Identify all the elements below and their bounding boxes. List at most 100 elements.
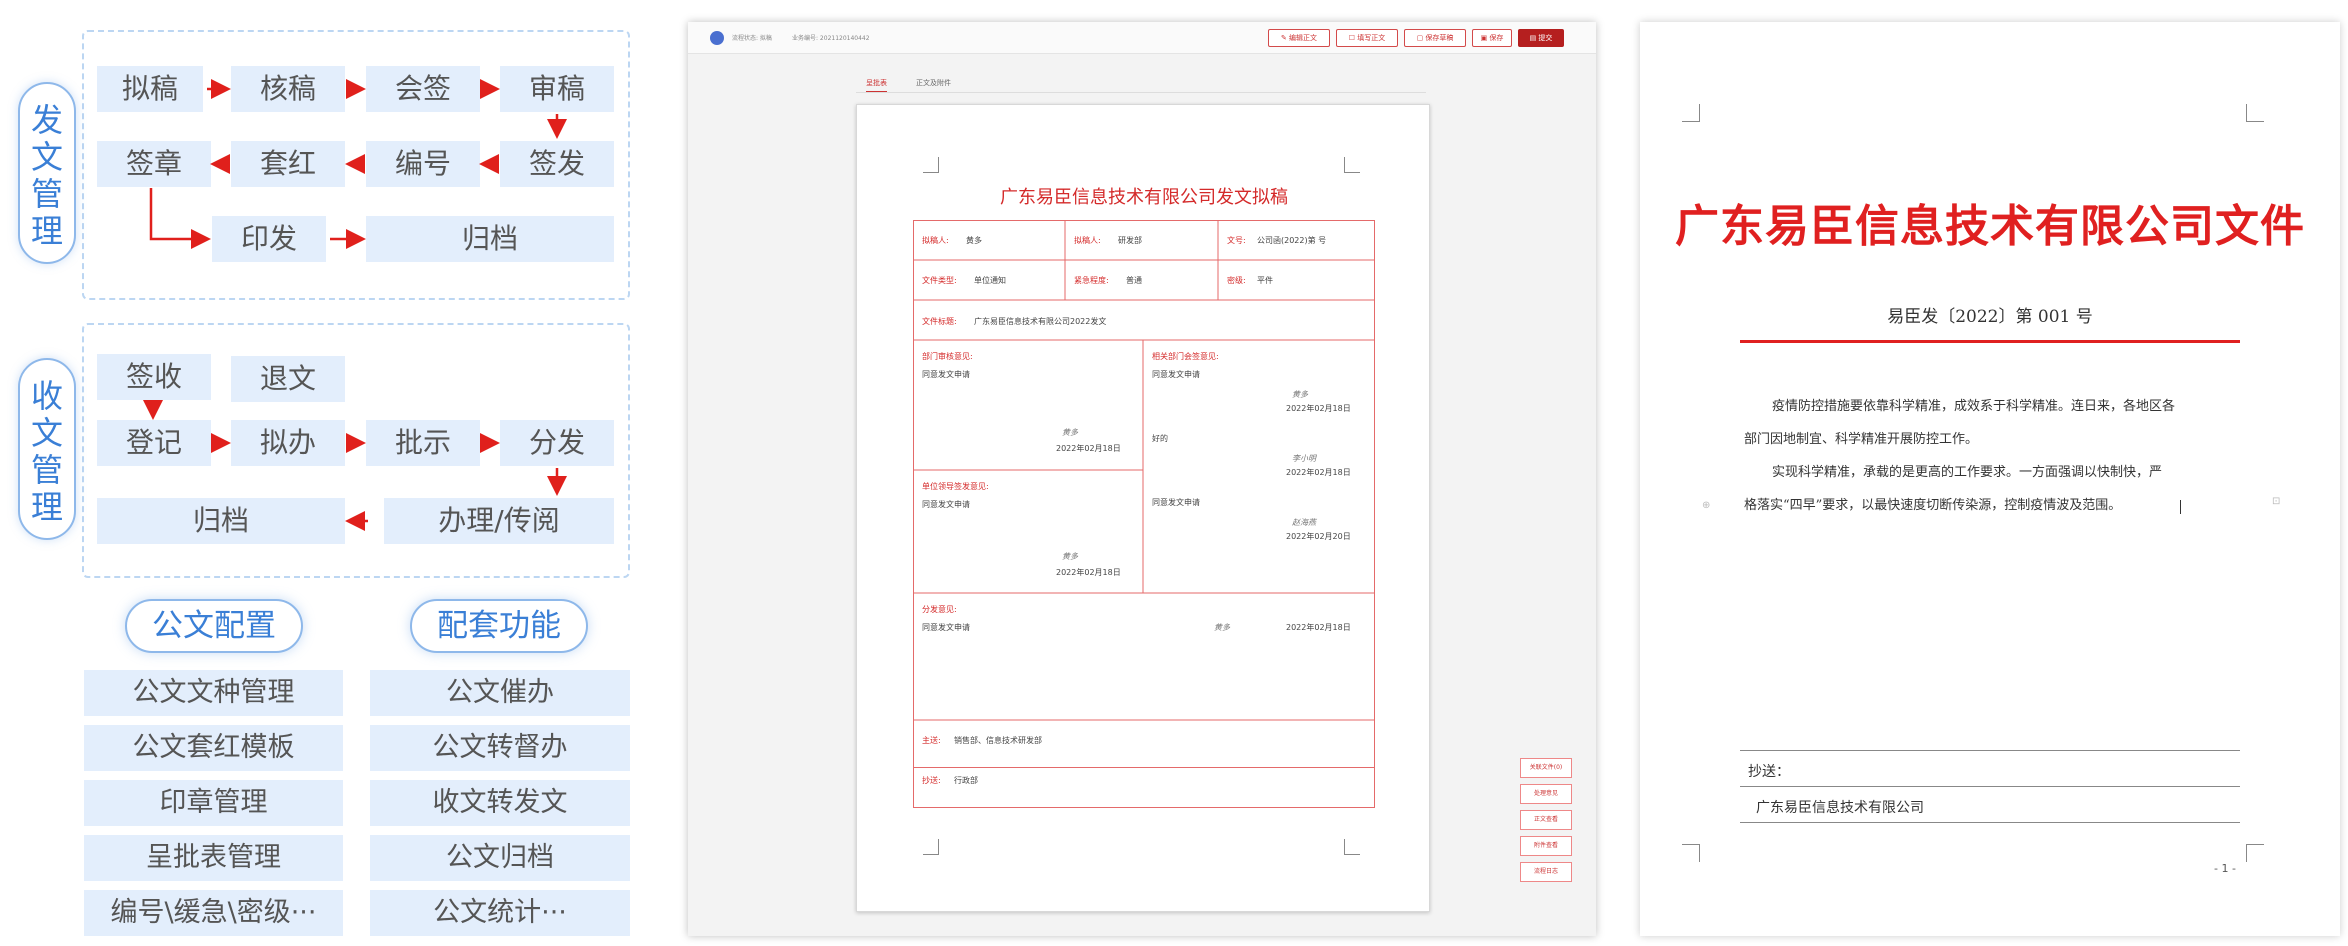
subject-value: 广东易臣信息技术有限公司2022发文 [974, 317, 1107, 326]
tab-attachments[interactable]: 正文及附件 [916, 78, 951, 88]
crop-mark-tl [923, 157, 939, 173]
view-body-button[interactable]: 正文查看 [1520, 810, 1572, 830]
doc-paragraph-2a: 实现科学精准，承载的是更高的工作要求。一方面强调以快制快，严 [1772, 465, 2163, 480]
doc-paragraph-1b: 部门因地制宜、科学精准开展防控工作。 [1744, 432, 1979, 447]
related-files-button[interactable]: 关联文件(0) [1520, 758, 1572, 778]
doc-company: 广东易臣信息技术有限公司 [1756, 800, 1924, 816]
app-logo-icon [710, 31, 724, 45]
header-number: 业务编号: 2021120140442 [792, 35, 870, 42]
fill-icon: ☐ [1348, 34, 1358, 42]
doc-page-number: - 1 - [2214, 862, 2236, 875]
dist-date: 2022年02月18日 [1286, 623, 1351, 632]
config-title: 公文配置 [125, 599, 303, 653]
doc-title: 广东易臣信息技术有限公司文件 [1675, 201, 2305, 252]
cosign-3-date: 2022年02月20日 [1286, 532, 1351, 541]
support-title: 配套功能 [410, 599, 588, 653]
docno-value: 公司函(2022)第 号 [1257, 236, 1327, 245]
doc-cc-bottom-rule [1740, 822, 2240, 823]
drafter-value: 黄多 [966, 236, 982, 245]
config-item-doctype: 公文文种管理 [84, 670, 343, 716]
paragraph-mark-right-icon: ⊡ [2272, 496, 2281, 507]
type-label: 文件类型: [922, 276, 957, 285]
doc-cc-top-rule [1740, 750, 2240, 751]
crop-mark-br [1344, 839, 1360, 855]
app-window: 流程状态: 拟稿 业务编号: 2021120140442 ✎ 编辑正文 ☐ 填写… [688, 22, 1596, 936]
doc-crop-tr [2246, 104, 2264, 122]
dist-signature: 黄多 [1214, 623, 1230, 632]
dist-opinion-value: 同意发文申请 [922, 623, 970, 632]
cosign-2-value: 好的 [1152, 434, 1168, 443]
main-send-label: 主送: [922, 736, 941, 745]
form-grid-lines [913, 220, 1375, 768]
doc-paragraph-1a: 疫情防控措施要依靠科学精准，成效系于科学精准。连日来，各地区各 [1772, 399, 2176, 414]
paragraph-mark-left-icon: ⊕ [1702, 500, 1711, 511]
support-item-forward: 收文转发文 [370, 780, 630, 826]
opinions-button[interactable]: 处理意见 [1520, 784, 1572, 804]
dept-label: 拟稿人: [1074, 236, 1101, 245]
dept-value: 研发部 [1118, 236, 1142, 245]
cosign-3-signature: 赵海燕 [1292, 518, 1316, 527]
config-item-number: 编号\缓急\密级··· [84, 890, 343, 936]
fill-body-button[interactable]: ☐ 填写正文 [1336, 29, 1398, 47]
cosign-1-signature: 黄多 [1292, 390, 1308, 399]
cosign-2-signature: 李小明 [1292, 454, 1316, 463]
dist-label: 分发意见: [922, 605, 957, 614]
leader-date: 2022年02月18日 [1056, 568, 1121, 577]
tab-divider [856, 92, 1426, 93]
save-button[interactable]: ▣ 保存 [1472, 29, 1512, 47]
doc-number: 易臣发〔2022〕第 001 号 [1887, 307, 2093, 327]
submit-button[interactable]: ▤ 提交 [1518, 29, 1564, 47]
leader-opinion-value: 同意发文申请 [922, 500, 970, 509]
doc-crop-bl [1682, 844, 1700, 862]
header-status: 流程状态: 拟稿 [732, 35, 772, 42]
edit-icon: ✎ [1280, 34, 1290, 42]
doc-paragraph-2b: 格落实“四早”要求，以最快速度切断传染源，控制疫情波及范围。 [1744, 498, 2122, 513]
doc-crop-tl [1682, 104, 1700, 122]
doc-red-rule [1740, 340, 2240, 343]
type-value: 单位通知 [974, 276, 1006, 285]
secret-value: 平件 [1257, 276, 1273, 285]
cosign-3-value: 同意发文申请 [1152, 498, 1200, 507]
flow-arrows [143, 79, 567, 531]
edit-body-button[interactable]: ✎ 编辑正文 [1268, 29, 1330, 47]
dept-date: 2022年02月18日 [1056, 444, 1121, 453]
flow-log-button[interactable]: 流程日志 [1520, 862, 1572, 882]
cosign-2-date: 2022年02月18日 [1286, 468, 1351, 477]
crop-mark-bl [923, 839, 939, 855]
main-send-value: 销售部、信息技术研发部 [954, 736, 1042, 745]
config-item-seal: 印章管理 [84, 780, 343, 826]
cosign-1-value: 同意发文申请 [1152, 370, 1200, 379]
dept-opinion-value: 同意发文申请 [922, 370, 970, 379]
docno-label: 文号: [1227, 236, 1246, 245]
drafter-label: 拟稿人: [922, 236, 949, 245]
support-item-stats: 公文统计··· [370, 890, 630, 936]
crop-mark-tr [1344, 157, 1360, 173]
form-title: 广东易臣信息技术有限公司发文拟稿 [1000, 187, 1288, 208]
support-item-urge: 公文催办 [370, 670, 630, 716]
support-item-archive: 公文归档 [370, 835, 630, 881]
tab-form[interactable]: 呈批表 [866, 78, 887, 93]
doc-cc-mid-rule [1740, 786, 2240, 787]
urgency-label: 紧急程度: [1074, 276, 1109, 285]
form-paper: 广东易臣信息技术有限公司发文拟稿 拟稿人: 黄多 拟稿人: 研发部 文号: 公司… [856, 104, 1430, 912]
support-item-supervise: 公文转督办 [370, 725, 630, 771]
dept-signature: 黄多 [1062, 428, 1078, 437]
form-table: 拟稿人: 黄多 拟稿人: 研发部 文号: 公司函(2022)第 号 文件类型: … [913, 220, 1375, 785]
cosign-label: 相关部门会签意见: [1152, 352, 1219, 361]
leader-signature: 黄多 [1062, 552, 1078, 561]
official-document: 广东易臣信息技术有限公司文件 易臣发〔2022〕第 001 号 疫情防控措施要依… [1640, 22, 2340, 936]
cosign-1-date: 2022年02月18日 [1286, 404, 1351, 413]
doc-cc-label: 抄送： [1748, 764, 1790, 780]
dept-opinion-label: 部门审核意见: [922, 352, 973, 361]
save-draft-button[interactable]: ▢ 保存草稿 [1404, 29, 1466, 47]
view-attachments-button[interactable]: 附件查看 [1520, 836, 1572, 856]
config-item-form: 呈批表管理 [84, 835, 343, 881]
copy-row [913, 768, 1375, 808]
config-item-redhead: 公文套红模板 [84, 725, 343, 771]
leader-label: 单位领导签发意见: [922, 482, 989, 491]
header-bar: 流程状态: 拟稿 业务编号: 2021120140442 ✎ 编辑正文 ☐ 填写… [688, 22, 1596, 54]
subject-label: 文件标题: [922, 317, 957, 326]
secret-label: 密级: [1227, 276, 1246, 285]
doc-crop-br [2246, 844, 2264, 862]
urgency-value: 普通 [1126, 276, 1142, 285]
